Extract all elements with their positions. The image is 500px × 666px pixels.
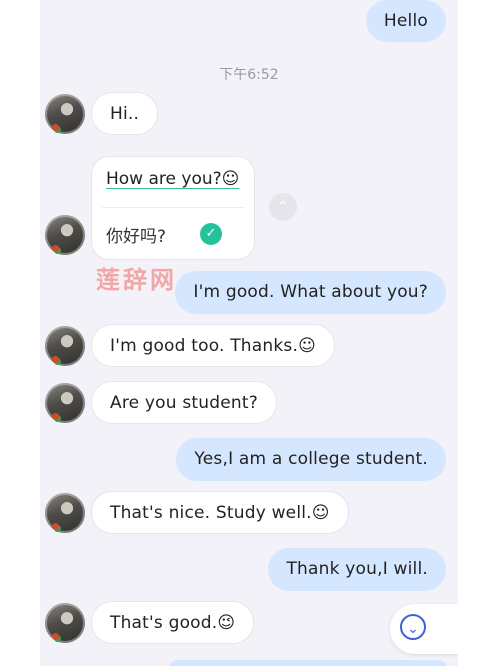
timestamp: 下午6:52 (219, 67, 279, 83)
smile-emoji-icon: ☺ (221, 169, 240, 189)
chevron-down-icon: ⌄ (400, 614, 426, 640)
avatar[interactable] (45, 94, 85, 134)
message-outgoing[interactable]: I'm good. What about you? (175, 271, 446, 314)
message-text: Yes,I am a college student. (194, 449, 428, 469)
watermark: 莲辞网 (96, 265, 177, 294)
message-text: That's nice. Study well.☺ (110, 503, 330, 523)
message-incoming[interactable]: Hi.. (91, 92, 159, 135)
scroll-to-bottom-button[interactable]: ⌄ (390, 604, 458, 654)
message-text: I'm good too. Thanks.☺ (110, 336, 316, 356)
avatar[interactable] (45, 383, 85, 423)
message-incoming[interactable]: That's good.😉 (91, 601, 255, 644)
card-divider (102, 207, 244, 208)
translated-message-card[interactable]: How are you?☺ 你好吗? ✓ (91, 156, 255, 260)
message-outgoing[interactable]: Thank you,I will. (268, 548, 446, 591)
message-incoming[interactable]: Are you student? (91, 381, 277, 424)
message-outgoing[interactable]: Yes,I am a college student. (176, 438, 446, 481)
message-outgoing-partial[interactable] (168, 660, 448, 666)
chat-pane: Hello 下午6:52 Hi.. How are you?☺ 你好吗? ✓ ⌃… (40, 0, 458, 666)
check-circle-icon: ✓ (200, 223, 222, 245)
message-text: Thank you,I will. (286, 559, 428, 579)
message-outgoing[interactable]: Hello (365, 0, 446, 42)
avatar[interactable] (45, 603, 85, 643)
message-text: Hi.. (110, 104, 140, 124)
avatar[interactable] (45, 326, 85, 366)
message-incoming[interactable]: I'm good too. Thanks.☺ (91, 324, 335, 367)
message-text: That's good.😉 (110, 613, 236, 633)
message-text: I'm good. What about you? (193, 282, 428, 302)
avatar[interactable] (45, 215, 85, 255)
avatar[interactable] (45, 493, 85, 533)
translation-text: 你好吗? (106, 227, 167, 247)
message-incoming[interactable]: That's nice. Study well.☺ (91, 491, 349, 534)
message-text: How are you?☺ (106, 169, 240, 189)
message-text: Are you student? (110, 393, 258, 413)
message-text: Hello (383, 11, 428, 31)
chevron-up-icon[interactable]: ⌃ (269, 193, 297, 221)
